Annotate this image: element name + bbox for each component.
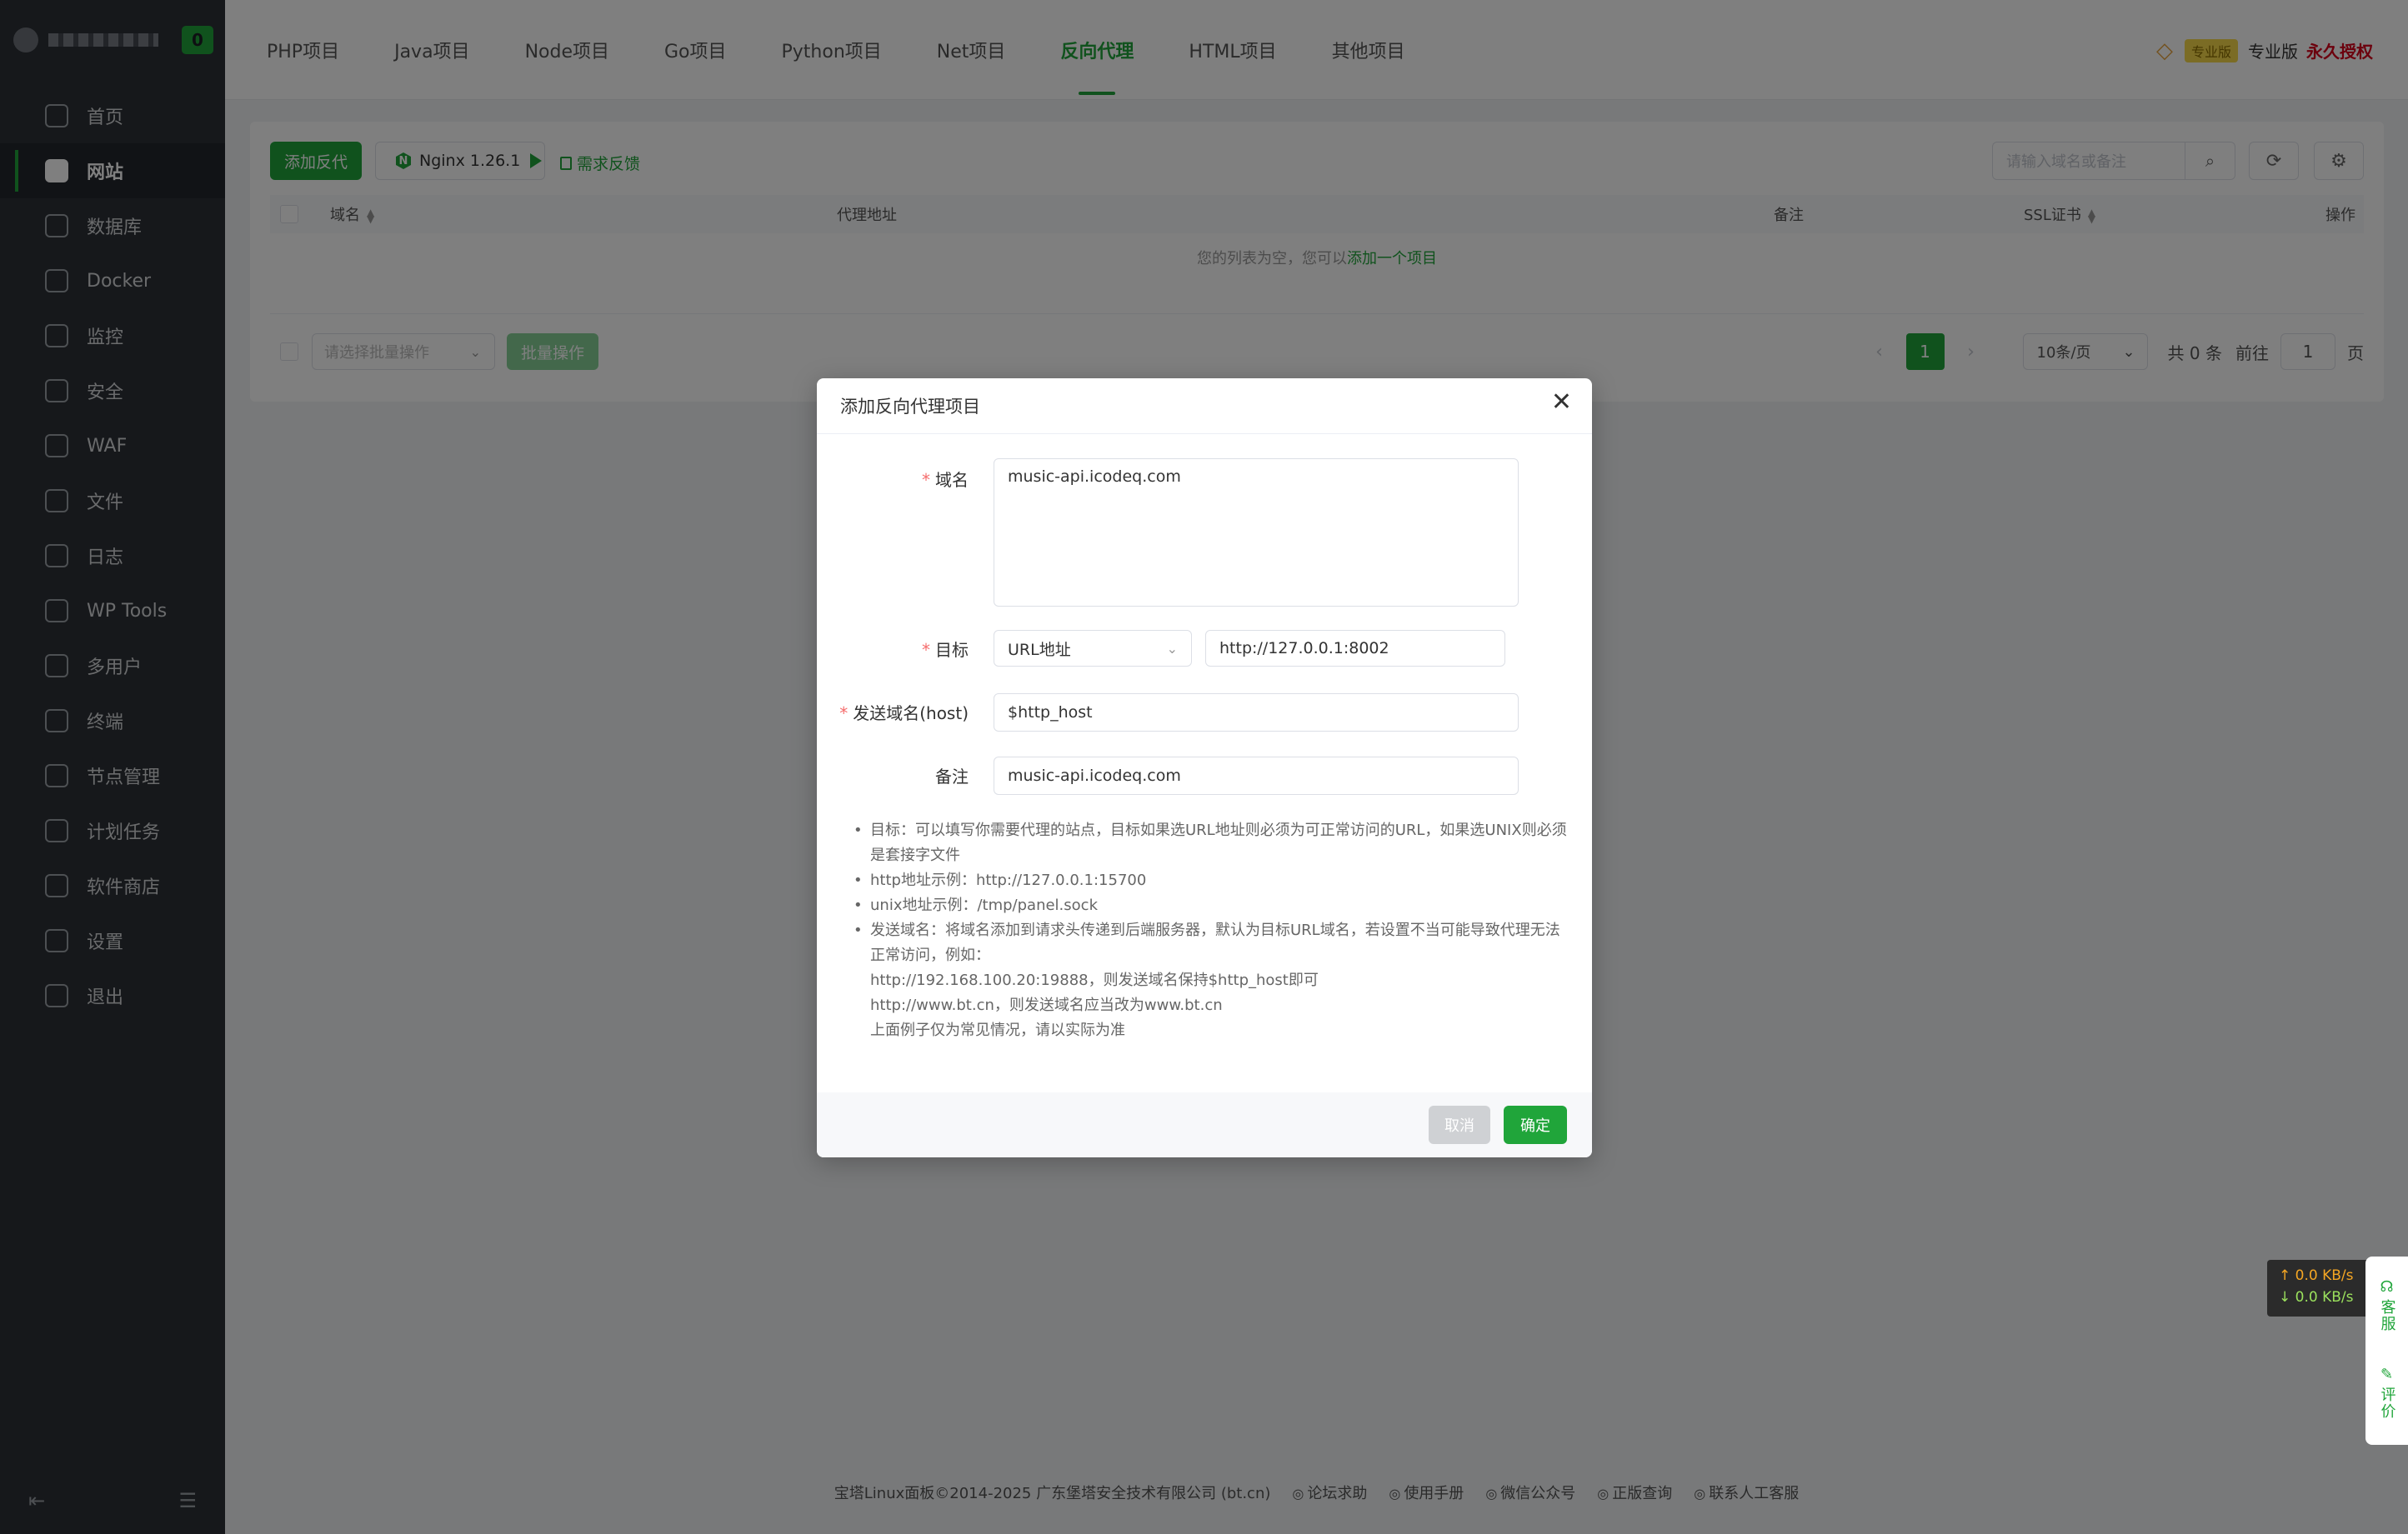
- remark-input[interactable]: music-api.icodeq.com: [994, 757, 1519, 795]
- close-icon[interactable]: ✕: [1551, 390, 1572, 415]
- target-label: * 目标: [922, 640, 969, 660]
- network-speed: ↑ 0.0 KB/s ↓ 0.0 KB/s: [2267, 1260, 2372, 1317]
- note-line: 上面例子仅为常见情况，请以实际为准: [870, 1022, 1125, 1039]
- divider: [817, 433, 1592, 434]
- host-label: * 发送域名(host): [839, 703, 969, 723]
- note-line: http://www.bt.cn，则发送域名应当改为www.bt.cn: [870, 997, 1223, 1014]
- headset-icon: ☊: [2380, 1278, 2394, 1296]
- domain-textarea[interactable]: music-api.icodeq.com: [994, 458, 1519, 607]
- domain-label: * 域名: [922, 470, 969, 490]
- customer-service-button[interactable]: 客服: [2376, 1299, 2398, 1332]
- host-input[interactable]: $http_host: [994, 693, 1519, 732]
- add-proxy-dialog: 添加反向代理项目 ✕ * 域名 music-api.icodeq.com * 目标 …: [817, 378, 1592, 1157]
- target-url-input[interactable]: http://127.0.0.1:8002: [1205, 630, 1505, 667]
- review-button[interactable]: 评价: [2376, 1387, 2398, 1420]
- note-item: 目标：可以填写你需要代理的站点，目标如果选URL地址则必须为可正常访问的URL，…: [850, 818, 1567, 868]
- help-notes: 目标：可以填写你需要代理的站点，目标如果选URL地址则必须为可正常访问的URL，…: [850, 818, 1567, 1043]
- float-panel: ☊ 客服 ✎ 评价: [2365, 1257, 2408, 1445]
- download-speed: ↓ 0.0 KB/s: [2279, 1289, 2354, 1306]
- cancel-button[interactable]: 取消: [1429, 1106, 1490, 1144]
- dialog-footer: 取消 确定: [817, 1092, 1592, 1157]
- note-item: 发送域名：将域名添加到请求头传递到后端服务器，默认为目标URL域名，若设置不当可…: [850, 918, 1567, 968]
- upload-speed: ↑ 0.0 KB/s: [2279, 1267, 2354, 1284]
- dialog-title: 添加反向代理项目: [840, 397, 980, 417]
- target-type-select[interactable]: URL地址 ⌄: [994, 630, 1192, 667]
- note-item: http地址示例：http://127.0.0.1:15700: [850, 868, 1567, 893]
- confirm-button[interactable]: 确定: [1504, 1106, 1567, 1144]
- note-line: http://192.168.100.20:19888，则发送域名保持$http…: [870, 972, 1319, 989]
- edit-icon: ✎: [2380, 1366, 2394, 1383]
- remark-label: 备注: [935, 767, 969, 787]
- note-item: unix地址示例：/tmp/panel.sock: [850, 893, 1567, 918]
- chevron-down-icon: ⌄: [1166, 640, 1178, 657]
